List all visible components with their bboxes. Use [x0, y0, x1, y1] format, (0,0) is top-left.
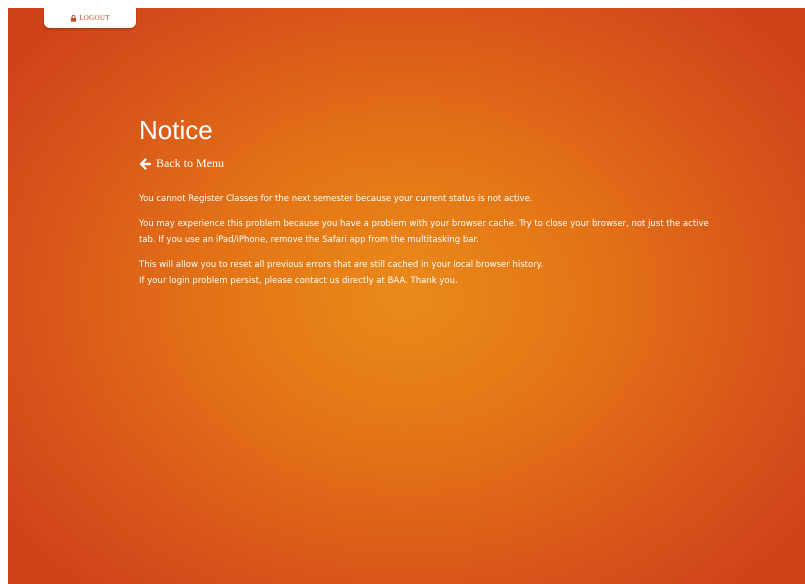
notice-paragraph: You may experience this problem because … — [139, 216, 719, 248]
notice-line: You cannot Register Classes for the next… — [139, 194, 533, 204]
lock-icon — [70, 14, 77, 22]
back-to-menu-link[interactable]: Back to Menu — [139, 156, 224, 171]
page-title: Notice — [139, 115, 213, 145]
notice-line: This will allow you to reset all previou… — [139, 260, 544, 270]
back-to-menu-label: Back to Menu — [156, 156, 224, 170]
notice-message: You cannot Register Classes for the next… — [139, 191, 719, 289]
notice-content: Notice Back to Menu You cannot Register … — [139, 112, 719, 298]
notice-line: You may experience this problem because … — [139, 219, 709, 245]
logout-label: LOGOUT — [79, 14, 110, 22]
notice-line: If your login problem persist, please co… — [139, 276, 458, 286]
notice-paragraph: This will allow you to reset all previou… — [139, 257, 719, 289]
arrow-left-icon — [139, 157, 151, 170]
notice-page: LOGOUT Notice Back to Menu You cannot Re… — [8, 8, 805, 584]
notice-paragraph: You cannot Register Classes for the next… — [139, 191, 719, 207]
logout-button[interactable]: LOGOUT — [44, 8, 136, 28]
